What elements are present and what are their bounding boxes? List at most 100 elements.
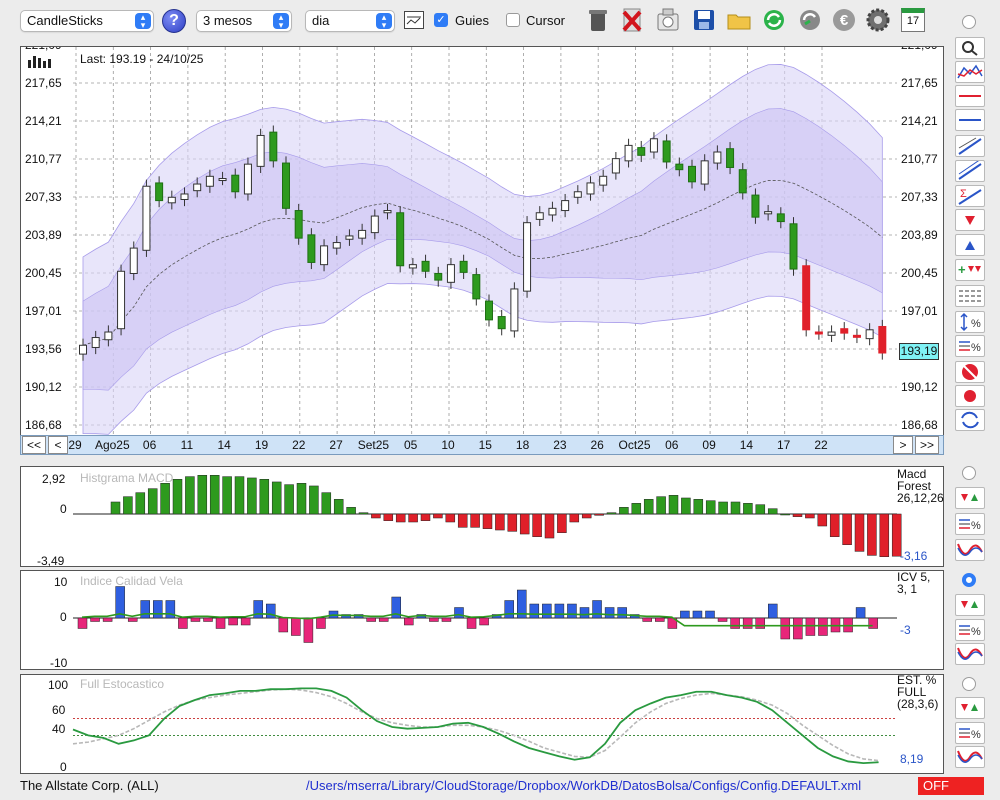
- red-line-button[interactable]: [955, 85, 985, 107]
- x-tick-label: 15: [478, 438, 492, 452]
- config-path[interactable]: /Users/mserra/Library/CloudStorage/Dropb…: [306, 778, 861, 793]
- chart-type-select[interactable]: CandleSticks ▴ ▾: [20, 10, 154, 32]
- reload-icon[interactable]: [796, 6, 824, 34]
- cursor-label: Cursor: [526, 13, 566, 28]
- icv-curve-button[interactable]: [955, 643, 985, 665]
- macd-lines-percent-button[interactable]: %: [955, 513, 985, 535]
- icv-bar: [404, 617, 414, 626]
- macd-curve-button[interactable]: [955, 539, 985, 561]
- price-chart-panel[interactable]: 221,09221,09217,65217,65214,21214,21210,…: [20, 38, 944, 436]
- macd-bar: [792, 513, 803, 517]
- macd-bar: [420, 513, 431, 521]
- chart-settings-icon[interactable]: [404, 11, 424, 29]
- candle-body: [827, 331, 836, 336]
- help-button[interactable]: ?: [162, 9, 186, 33]
- icv-bar: [780, 617, 791, 640]
- off-indicator[interactable]: OFF: [918, 777, 984, 795]
- blue-line-button[interactable]: [955, 109, 985, 131]
- range-select[interactable]: 3 mesos ▴ ▾: [196, 10, 292, 32]
- svg-text:+: +: [958, 262, 966, 277]
- channel-button[interactable]: [955, 158, 985, 182]
- trash-icon[interactable]: [584, 6, 612, 34]
- lines-percent-button[interactable]: %: [955, 335, 985, 357]
- signals-icon: [961, 704, 978, 711]
- cursor-checkbox[interactable]: [506, 13, 520, 27]
- calendar-icon[interactable]: 17: [901, 8, 925, 32]
- scale-percent-button[interactable]: %: [955, 311, 985, 333]
- y-tick-label-right: 200,45: [901, 266, 938, 280]
- add-signals-button[interactable]: +: [955, 259, 985, 281]
- candle-body: [789, 223, 798, 270]
- buy-arrow-button[interactable]: [955, 234, 985, 256]
- bands-icon: [957, 64, 983, 79]
- nav-first-button[interactable]: <<: [22, 436, 46, 454]
- icv-bar: [203, 617, 213, 622]
- indicator-overlay-button[interactable]: [955, 61, 985, 83]
- gear-icon[interactable]: [864, 6, 892, 34]
- lines-percent-icon: %: [959, 728, 981, 741]
- icv-bar: [190, 617, 201, 622]
- price-tag: 193,19: [899, 343, 939, 360]
- grid-lines-button[interactable]: [955, 285, 985, 307]
- zoom-button[interactable]: [955, 37, 985, 59]
- x-tick-label: Ago25: [94, 438, 130, 452]
- save-icon[interactable]: [690, 6, 718, 34]
- macd-bar: [271, 481, 282, 515]
- no-entry-icon: [962, 364, 978, 380]
- candle-body: [408, 264, 417, 269]
- toggle-icon[interactable]: [654, 6, 682, 34]
- stoch-curve-button[interactable]: [955, 746, 985, 768]
- candle-body: [358, 229, 367, 239]
- euro-icon[interactable]: €: [830, 6, 858, 34]
- record-button[interactable]: [955, 385, 985, 407]
- signals-icon: [961, 494, 978, 501]
- icv-bar: [655, 617, 665, 622]
- y-tick-label-right: 217,65: [901, 76, 938, 90]
- macd-ymax: 2,92: [42, 472, 66, 486]
- panel-radio-macd[interactable]: [962, 466, 976, 480]
- trendline-button[interactable]: [955, 135, 985, 157]
- candle-body: [548, 207, 557, 216]
- refresh-icon[interactable]: [760, 6, 788, 34]
- macd-bar: [718, 501, 728, 515]
- icv-bar: [253, 600, 263, 619]
- panel-radio-main[interactable]: [962, 15, 976, 29]
- interval-select[interactable]: dia ▴ ▾: [305, 10, 395, 32]
- candle-body: [383, 210, 392, 214]
- x-tick-label: 10: [441, 438, 455, 452]
- macd-bar: [209, 475, 220, 515]
- sell-arrow-button[interactable]: [955, 209, 985, 231]
- stoch-signals-button[interactable]: [955, 697, 985, 719]
- macd-bar: [829, 513, 840, 537]
- guides-checkbox[interactable]: ✓: [434, 13, 448, 27]
- icv-bar: [730, 617, 740, 629]
- arrow-up-blue-icon: [965, 241, 975, 250]
- icv-bar: [278, 617, 289, 633]
- panel-radio-stoch[interactable]: [962, 677, 976, 691]
- bars-icon: [27, 52, 53, 71]
- clear-all-button[interactable]: [955, 361, 985, 383]
- nav-last-button[interactable]: >>: [915, 436, 939, 454]
- chevron-updown-icon: ▴ ▾: [135, 13, 151, 30]
- macd-bar: [705, 500, 716, 515]
- panel-radio-icv[interactable]: [962, 573, 976, 587]
- fibonacci-button[interactable]: Σ: [955, 185, 985, 207]
- stoch-lines-percent-button[interactable]: %: [955, 722, 985, 744]
- icv-lines-percent-button[interactable]: %: [955, 619, 985, 641]
- delete-icon[interactable]: [618, 6, 646, 34]
- icv-bar: [153, 600, 163, 619]
- folder-icon[interactable]: [725, 6, 753, 34]
- macd-bar: [681, 497, 691, 515]
- candle-body: [180, 193, 189, 200]
- icv-bar: [705, 610, 715, 619]
- icv-signals-button[interactable]: [955, 594, 985, 616]
- macd-bar: [842, 513, 852, 545]
- icv-bar: [466, 617, 477, 629]
- macd-signals-button[interactable]: [955, 487, 985, 509]
- swap-button[interactable]: [955, 409, 985, 431]
- nav-next-button[interactable]: >: [893, 436, 913, 454]
- y-tick-label-right: 214,21: [901, 114, 938, 128]
- macd-bar: [532, 513, 542, 537]
- macd-bar: [346, 507, 356, 515]
- signals-icon: [961, 601, 978, 608]
